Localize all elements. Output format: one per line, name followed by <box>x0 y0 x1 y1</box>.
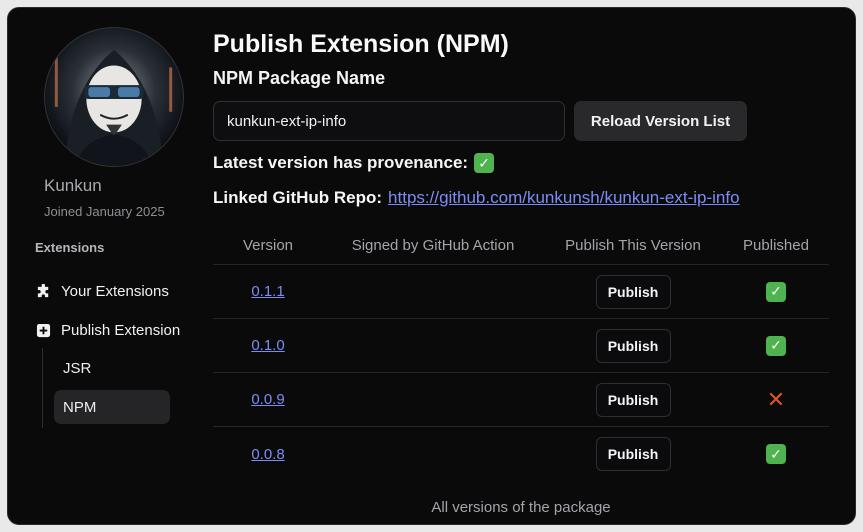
page-title: Publish Extension (NPM) <box>213 30 509 58</box>
cross-icon: ✕ <box>766 386 786 412</box>
package-name-input[interactable] <box>213 101 565 141</box>
table-row: 0.1.0 Publish ✓ <box>213 319 829 373</box>
table-row: 0.0.8 Publish ✓ <box>213 427 829 481</box>
package-name-label: NPM Package Name <box>213 68 386 88</box>
version-link[interactable]: 0.1.1 <box>251 283 284 300</box>
check-icon: ✓ <box>766 444 786 464</box>
sidebar-item-label: Publish Extension <box>61 322 181 339</box>
plus-square-icon <box>35 323 51 339</box>
publish-button[interactable]: Publish <box>595 382 671 417</box>
app-window: Kunkun Joined January 2025 Extensions Yo… <box>7 7 856 525</box>
table-row: 0.0.9 Publish ✕ <box>213 373 829 427</box>
column-header-published: Published <box>743 237 809 254</box>
avatar <box>44 27 184 167</box>
column-header-version: Version <box>242 237 294 254</box>
sidebar-item-your-extensions[interactable]: Your Extensions <box>35 283 169 300</box>
sidebar-subitem-npm[interactable]: NPM <box>54 390 170 424</box>
publish-button[interactable]: Publish <box>595 437 671 471</box>
sidebar: Kunkun Joined January 2025 Extensions Yo… <box>8 8 198 524</box>
provenance-line: Latest version has provenance: ✓ <box>213 153 495 173</box>
user-name: Kunkun <box>44 176 102 195</box>
publish-button[interactable]: Publish <box>595 328 671 363</box>
repo-label: Linked GitHub Repo: <box>213 188 383 207</box>
check-icon: ✓ <box>766 281 786 302</box>
version-link[interactable]: 0.0.9 <box>251 391 284 408</box>
table-row: 0.1.1 Publish ✓ <box>213 265 829 319</box>
column-header-publish: Publish This Version <box>565 237 701 254</box>
table-header: Version Signed by GitHub Action Publish … <box>213 227 829 265</box>
version-link[interactable]: 0.0.8 <box>251 446 284 463</box>
repo-link[interactable]: https://github.com/kunkunsh/kunkun-ext-i… <box>388 188 740 208</box>
publish-button[interactable]: Publish <box>595 274 671 309</box>
column-header-signed: Signed by GitHub Action <box>351 237 515 254</box>
sidebar-section-label: Extensions <box>35 240 105 255</box>
reload-version-list-button[interactable]: Reload Version List <box>574 101 747 141</box>
repo-line: Linked GitHub Repo: https://github.com/k… <box>213 188 740 208</box>
check-icon: ✓ <box>474 153 495 173</box>
sidebar-item-publish-extension[interactable]: Publish Extension <box>35 322 180 339</box>
check-icon: ✓ <box>766 335 786 356</box>
versions-table: Version Signed by GitHub Action Publish … <box>213 227 829 481</box>
table-caption: All versions of the package <box>431 499 611 516</box>
puzzle-icon <box>35 284 51 300</box>
avatar-image <box>45 28 183 166</box>
sidebar-item-label: Your Extensions <box>61 283 169 300</box>
sidebar-subitem-jsr[interactable]: JSR <box>54 351 170 385</box>
subnav-divider <box>42 348 43 428</box>
version-link[interactable]: 0.1.0 <box>251 337 284 354</box>
joined-date: Joined January 2025 <box>44 204 165 219</box>
provenance-label: Latest version has provenance: <box>213 153 469 172</box>
